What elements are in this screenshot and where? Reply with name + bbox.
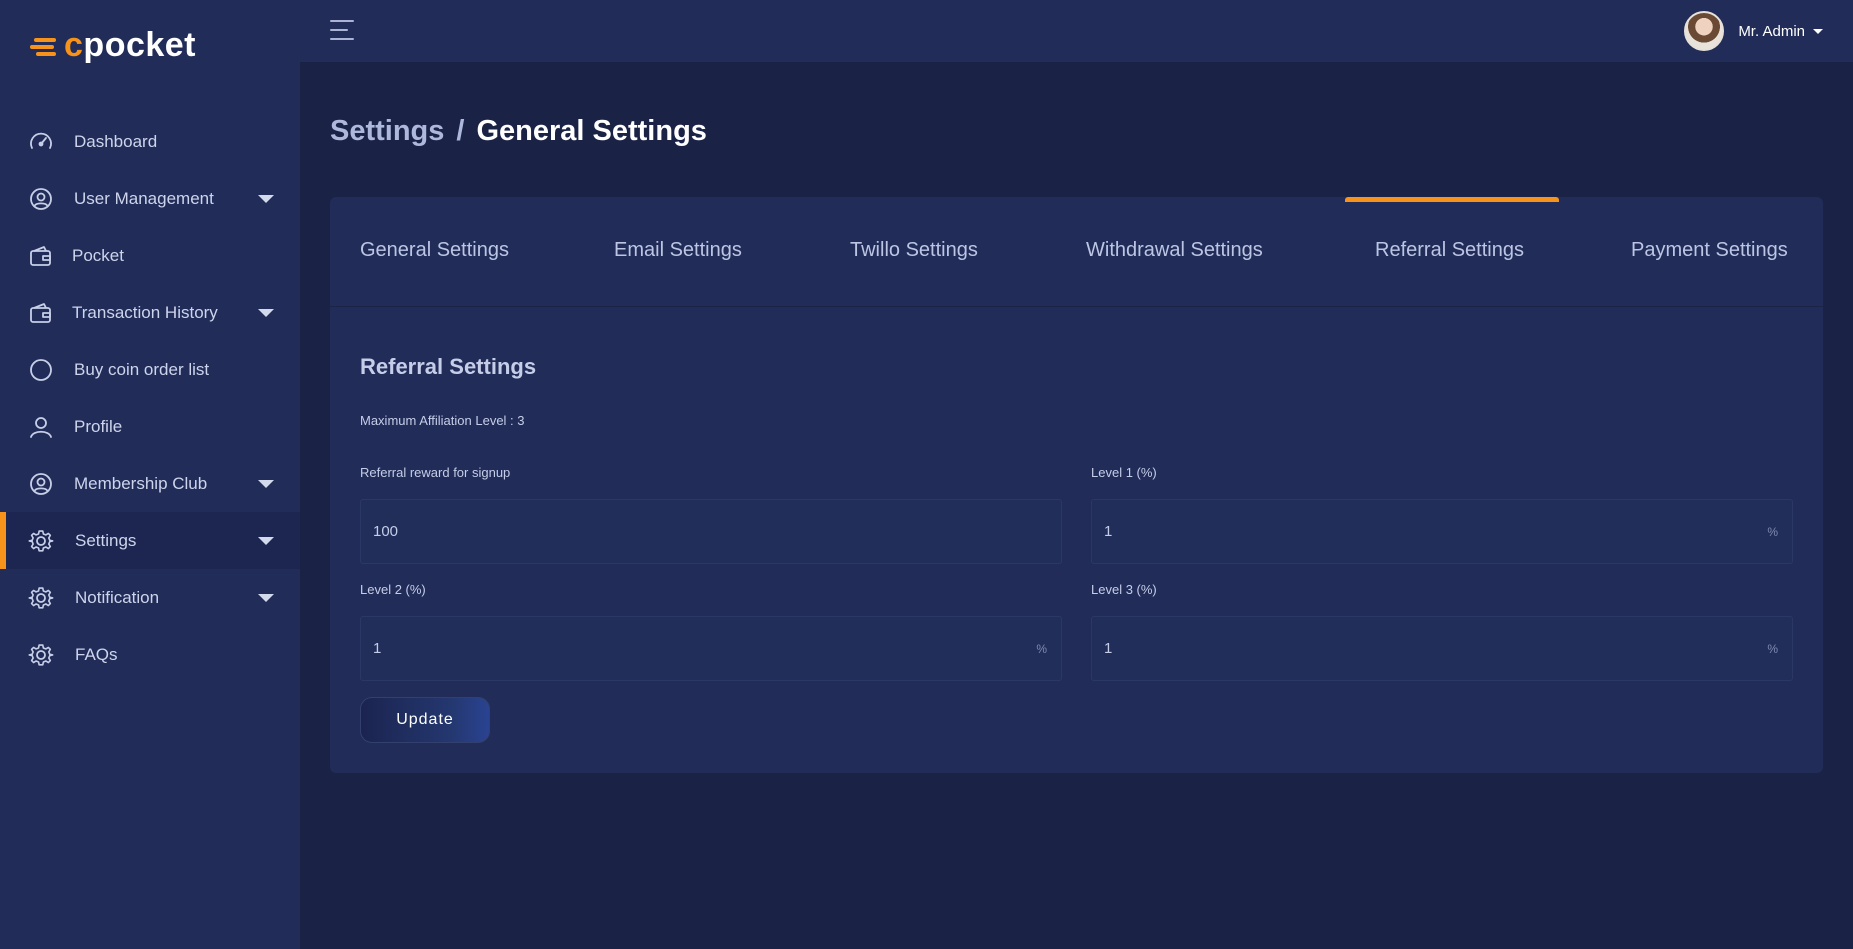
sidebar-item-buy-coin-order-list[interactable]: Buy coin order list	[0, 341, 300, 398]
active-tab-indicator	[1345, 197, 1559, 202]
person-icon	[28, 414, 54, 440]
update-button[interactable]: Update	[360, 697, 490, 743]
level1-label: Level 1 (%)	[1091, 465, 1157, 480]
sidebar-item-label: Membership Club	[74, 473, 208, 493]
sidebar-nav: Dashboard User Management Pocket Transac…	[0, 113, 300, 683]
percent-suffix: %	[1036, 642, 1047, 656]
level3-label: Level 3 (%)	[1091, 582, 1157, 597]
level3-input[interactable]	[1104, 617, 1744, 680]
wallet-icon	[28, 300, 54, 326]
user-circle-icon	[28, 471, 54, 497]
sidebar-item-faqs[interactable]: FAQs	[0, 626, 300, 683]
chevron-down-icon	[258, 195, 274, 203]
user-circle-icon	[28, 186, 54, 212]
sidebar-item-user-management[interactable]: User Management	[0, 170, 300, 227]
gear-icon	[28, 585, 54, 611]
gear-icon	[28, 642, 54, 668]
settings-tabs: General Settings Email Settings Twillo S…	[330, 197, 1823, 307]
avatar	[1684, 11, 1725, 51]
sidebar-item-label: Settings	[75, 530, 137, 550]
level1-input[interactable]	[1104, 500, 1744, 563]
sidebar-item-pocket[interactable]: Pocket	[0, 227, 300, 284]
sidebar-item-label: Dashboard	[74, 131, 158, 151]
max-affiliation-level: Maximum Affiliation Level : 3	[360, 413, 525, 428]
sidebar-item-label: Transaction History	[72, 302, 218, 322]
tab-payment-settings[interactable]: Payment Settings	[1631, 239, 1788, 262]
percent-suffix: %	[1767, 525, 1778, 539]
sidebar-item-label: Buy coin order list	[74, 359, 210, 379]
level2-label: Level 2 (%)	[360, 582, 426, 597]
settings-card: General Settings Email Settings Twillo S…	[330, 197, 1823, 773]
section-title: Referral Settings	[360, 354, 537, 379]
gauge-icon	[28, 129, 54, 155]
user-name: Mr. Admin	[1738, 22, 1805, 40]
logo[interactable]: c pocket	[30, 26, 196, 65]
breadcrumb: Settings / General Settings	[330, 115, 707, 148]
percent-suffix: %	[1767, 642, 1778, 656]
user-menu[interactable]: Mr. Admin	[1684, 11, 1823, 51]
sidebar-item-label: FAQs	[75, 644, 118, 664]
sidebar-item-label: Notification	[75, 587, 160, 607]
logo-speed-icon	[30, 32, 64, 60]
tab-twillo-settings[interactable]: Twillo Settings	[850, 239, 978, 262]
logo-text: pocket	[83, 26, 197, 64]
breadcrumb-separator: /	[456, 115, 465, 147]
tab-general-settings[interactable]: General Settings	[360, 239, 509, 262]
gear-icon	[28, 528, 54, 554]
logo-c: c	[64, 26, 84, 64]
sidebar-item-settings[interactable]: Settings	[0, 512, 300, 569]
hamburger-menu-icon[interactable]	[330, 20, 354, 40]
chevron-down-icon	[1813, 28, 1823, 34]
breadcrumb-parent[interactable]: Settings	[330, 115, 444, 147]
signup-reward-label: Referral reward for signup	[360, 465, 511, 480]
signup-reward-field	[360, 499, 1062, 564]
tab-withdrawal-settings[interactable]: Withdrawal Settings	[1086, 239, 1263, 262]
wallet-icon	[28, 243, 54, 269]
tab-referral-settings[interactable]: Referral Settings	[1375, 239, 1524, 262]
circle-icon	[28, 357, 54, 383]
sidebar-item-transaction-history[interactable]: Transaction History	[0, 284, 300, 341]
page-title: General Settings	[476, 115, 707, 147]
tab-email-settings[interactable]: Email Settings	[614, 239, 742, 262]
level2-field: %	[360, 616, 1062, 681]
chevron-down-icon	[258, 309, 274, 317]
chevron-down-icon	[258, 480, 274, 488]
level1-field: %	[1091, 499, 1793, 564]
topbar: Mr. Admin	[300, 0, 1853, 62]
sidebar-item-label: Pocket	[72, 245, 124, 265]
sidebar-item-membership-club[interactable]: Membership Club	[0, 455, 300, 512]
signup-reward-input[interactable]	[373, 500, 1013, 563]
level3-field: %	[1091, 616, 1793, 681]
sidebar: c pocket Dashboard User Management Pocke…	[0, 0, 300, 949]
level2-input[interactable]	[373, 617, 1013, 680]
sidebar-item-dashboard[interactable]: Dashboard	[0, 113, 300, 170]
chevron-down-icon	[258, 537, 274, 545]
chevron-down-icon	[258, 594, 274, 602]
sidebar-item-notification[interactable]: Notification	[0, 569, 300, 626]
sidebar-item-label: User Management	[74, 188, 214, 208]
sidebar-item-label: Profile	[74, 416, 123, 436]
sidebar-item-profile[interactable]: Profile	[0, 398, 300, 455]
